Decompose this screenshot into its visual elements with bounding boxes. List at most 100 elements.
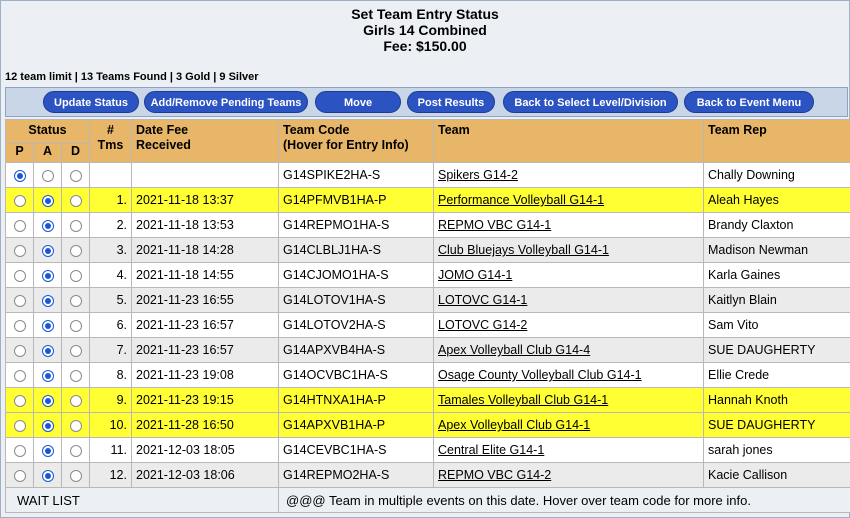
team-rep-cell: sarah jones [703, 437, 850, 463]
team-code-cell[interactable]: G14LOTOV1HA-S [278, 287, 434, 313]
status-d-radio[interactable] [69, 169, 82, 182]
status-a-radio[interactable] [41, 344, 54, 357]
status-a-cell [33, 437, 62, 463]
team-code-cell[interactable]: G14HTNXA1HA-P [278, 387, 434, 413]
status-d-radio[interactable] [69, 344, 82, 357]
team-code-cell[interactable]: G14REPMO1HA-S [278, 212, 434, 238]
status-a-radio[interactable] [41, 169, 54, 182]
action-toolbar: Update Status Add/Remove Pending Teams M… [5, 87, 848, 117]
team-rep-cell: Brandy Claxton [703, 212, 850, 238]
team-name-cell: Club Bluejays Volleyball G14-1 [433, 237, 704, 263]
status-p-radio[interactable] [13, 444, 26, 457]
date-received-cell: 2021-11-23 19:15 [131, 387, 279, 413]
status-p-radio[interactable] [13, 194, 26, 207]
date-received-cell: 2021-11-18 14:55 [131, 262, 279, 288]
team-row: G14SPIKE2HA-S Spikers G14-2 Chally Downing [5, 162, 850, 188]
status-d-cell [61, 187, 90, 213]
status-p-radio[interactable] [13, 344, 26, 357]
date-received-cell: 2021-11-23 16:57 [131, 337, 279, 363]
team-link[interactable]: REPMO VBC G14-2 [438, 468, 551, 482]
team-code-cell[interactable]: G14OCVBC1HA-S [278, 362, 434, 388]
team-link[interactable]: LOTOVC G14-2 [438, 318, 527, 332]
status-a-radio[interactable] [41, 319, 54, 332]
status-d-radio[interactable] [69, 369, 82, 382]
status-p-radio[interactable] [13, 169, 26, 182]
status-d-radio[interactable] [69, 469, 82, 482]
status-a-radio[interactable] [41, 419, 54, 432]
team-rep-cell: Kaitlyn Blain [703, 287, 850, 313]
status-a-radio[interactable] [41, 194, 54, 207]
team-link[interactable]: Apex Volleyball Club G14-1 [438, 418, 590, 432]
team-link[interactable]: Central Elite G14-1 [438, 443, 544, 457]
team-code-cell[interactable]: G14LOTOV2HA-S [278, 312, 434, 338]
status-a-radio[interactable] [41, 244, 54, 257]
team-link[interactable]: Club Bluejays Volleyball G14-1 [438, 243, 609, 257]
status-d-radio[interactable] [69, 244, 82, 257]
date-received-cell: 2021-11-23 16:55 [131, 287, 279, 313]
team-link[interactable]: Osage County Volleyball Club G14-1 [438, 368, 642, 382]
status-a-header: A [33, 143, 62, 163]
team-link[interactable]: LOTOVC G14-1 [438, 293, 527, 307]
team-link[interactable]: Apex Volleyball Club G14-4 [438, 343, 590, 357]
back-to-select-level-division-button[interactable]: Back to Select Level/Division [503, 91, 678, 113]
status-d-cell [61, 412, 90, 438]
status-p-cell [5, 437, 34, 463]
status-a-radio[interactable] [41, 369, 54, 382]
status-a-radio[interactable] [41, 294, 54, 307]
status-p-radio[interactable] [13, 369, 26, 382]
status-d-radio[interactable] [69, 444, 82, 457]
team-link[interactable]: JOMO G14-1 [438, 268, 512, 282]
status-a-radio[interactable] [41, 219, 54, 232]
status-d-radio[interactable] [69, 319, 82, 332]
status-d-radio[interactable] [69, 419, 82, 432]
status-p-radio[interactable] [13, 294, 26, 307]
status-a-radio[interactable] [41, 469, 54, 482]
update-status-button[interactable]: Update Status [43, 91, 139, 113]
status-d-radio[interactable] [69, 219, 82, 232]
status-p-radio[interactable] [13, 269, 26, 282]
status-p-radio[interactable] [13, 419, 26, 432]
add-remove-pending-teams-button[interactable]: Add/Remove Pending Teams [144, 91, 308, 113]
status-p-radio[interactable] [13, 219, 26, 232]
tms-header-line2: Tms [97, 138, 124, 152]
status-a-radio[interactable] [41, 269, 54, 282]
team-code-cell[interactable]: G14PFMVB1HA-P [278, 187, 434, 213]
team-row: 10. 2021-11-28 16:50 G14APXVB1HA-P Apex Vol… [5, 412, 850, 438]
row-number-cell: 7. [89, 337, 132, 363]
status-d-radio[interactable] [69, 269, 82, 282]
page-frame: Set Team Entry Status Girls 14 Combined … [0, 0, 850, 518]
status-d-radio[interactable] [69, 394, 82, 407]
date-header-line2: Received [136, 138, 191, 152]
status-p-cell [5, 412, 34, 438]
status-d-radio[interactable] [69, 294, 82, 307]
team-name-cell: Central Elite G14-1 [433, 437, 704, 463]
team-code-cell[interactable]: G14APXVB4HA-S [278, 337, 434, 363]
team-code-cell[interactable]: G14REPMO2HA-S [278, 462, 434, 488]
move-button[interactable]: Move [315, 91, 401, 113]
status-p-radio[interactable] [13, 319, 26, 332]
team-code-cell[interactable]: G14CEVBC1HA-S [278, 437, 434, 463]
status-p-radio[interactable] [13, 244, 26, 257]
team-link[interactable]: Performance Volleyball G14-1 [438, 193, 604, 207]
team-code-cell[interactable]: G14APXVB1HA-P [278, 412, 434, 438]
status-p-radio[interactable] [13, 469, 26, 482]
team-rep-header: Team Rep [703, 119, 850, 163]
team-row: 11. 2021-12-03 18:05 G14CEVBC1HA-S Central … [5, 437, 850, 463]
team-code-cell[interactable]: G14CLBLJ1HA-S [278, 237, 434, 263]
status-d-radio[interactable] [69, 194, 82, 207]
team-link[interactable]: REPMO VBC G14-1 [438, 218, 551, 232]
team-row: 6. 2021-11-23 16:57 G14LOTOV2HA-S LOTOVC G1… [5, 312, 850, 338]
team-code-cell[interactable]: G14CJOMO1HA-S [278, 262, 434, 288]
team-link[interactable]: Tamales Volleyball Club G14-1 [438, 393, 608, 407]
status-p-radio[interactable] [13, 394, 26, 407]
status-a-radio[interactable] [41, 394, 54, 407]
team-rep-cell: Karla Gaines [703, 262, 850, 288]
team-code-cell[interactable]: G14SPIKE2HA-S [278, 162, 434, 188]
status-a-radio[interactable] [41, 444, 54, 457]
status-d-cell [61, 462, 90, 488]
post-results-button[interactable]: Post Results [407, 91, 495, 113]
back-to-event-menu-button[interactable]: Back to Event Menu [684, 91, 814, 113]
status-p-cell [5, 287, 34, 313]
date-received-cell: 2021-11-18 13:53 [131, 212, 279, 238]
team-link[interactable]: Spikers G14-2 [438, 168, 518, 182]
